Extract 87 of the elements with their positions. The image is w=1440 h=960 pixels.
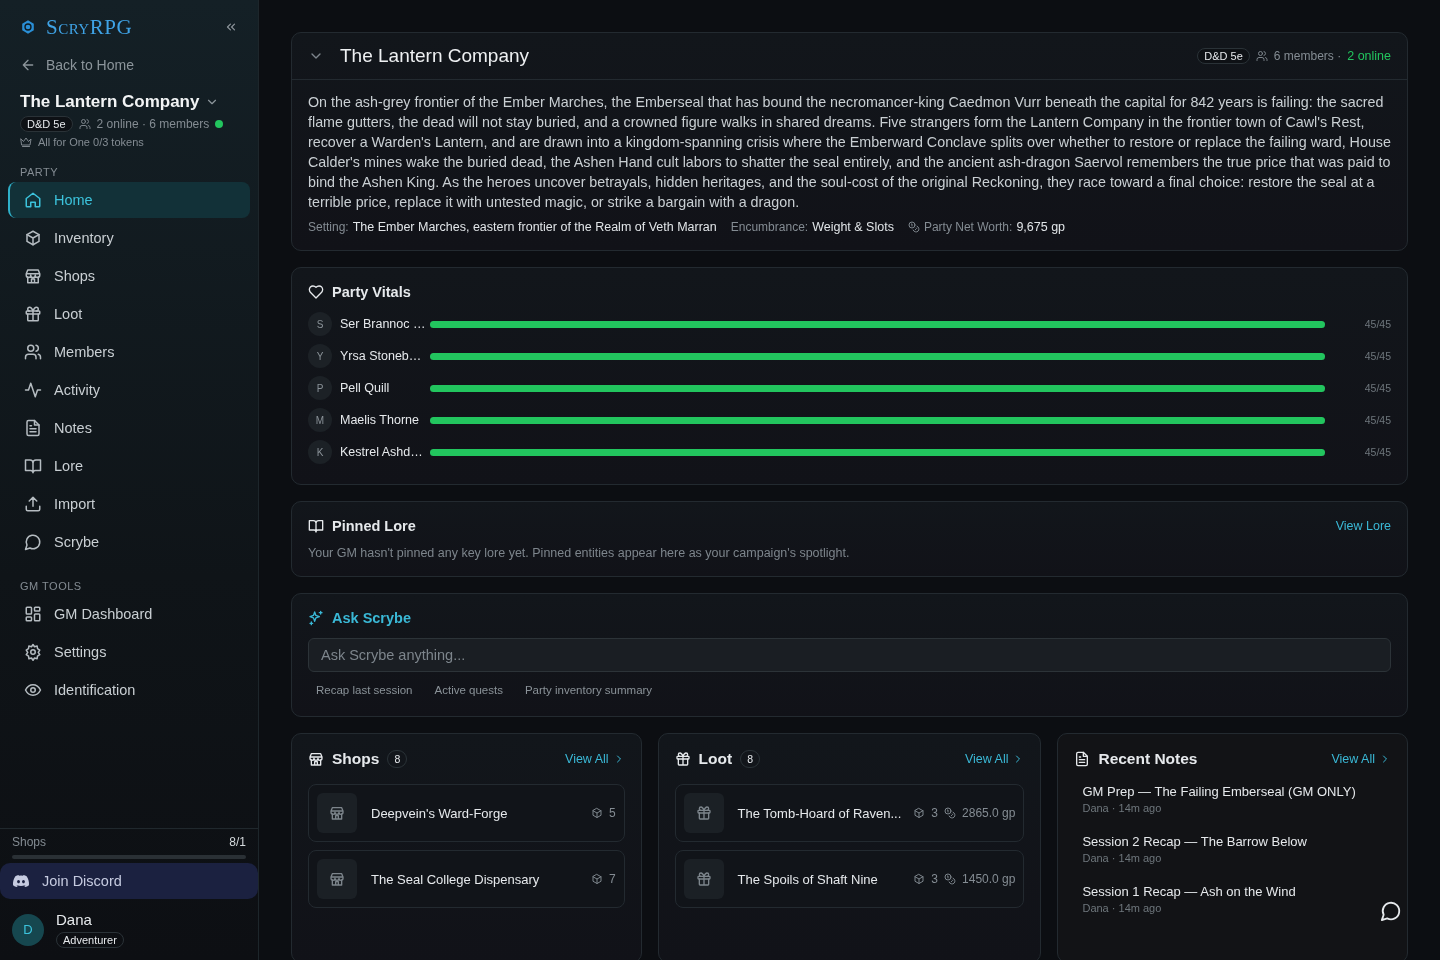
item-count: 7: [608, 872, 616, 886]
user-name: Dana: [56, 911, 92, 928]
member-name: Ser Brannoc …: [340, 317, 422, 331]
member-name: Yrsa Stoneb…: [340, 349, 422, 363]
presence-text: 2 online · 6 members: [96, 117, 210, 131]
suggestion-chip[interactable]: Recap last session: [308, 680, 421, 700]
health-reading: 45/45: [1363, 318, 1391, 330]
nav-item[interactable]: Inventory: [8, 220, 250, 256]
usage-count: 8/1: [229, 835, 246, 849]
item-count: 3: [931, 806, 939, 820]
health-reading: 45/45: [1363, 350, 1391, 362]
nav-item[interactable]: Shops: [8, 258, 250, 294]
loot-name: The Spoils of Shaft Nine: [737, 871, 878, 887]
member-name: Pell Quill: [340, 381, 391, 395]
health-reading: 45/45: [1363, 382, 1391, 394]
member-avatar: S: [308, 312, 332, 336]
user-avatar[interactable]: D: [12, 913, 44, 946]
nav-item[interactable]: Members: [8, 334, 250, 370]
member-avatar: P: [308, 376, 332, 400]
empty-message: Your GM hasn't pinned any key lore yet. Pinned entities appear here as your campaign's spotlight.: [308, 546, 851, 560]
view-all-link[interactable]: View All: [1331, 752, 1391, 766]
member-name: Maelis Thorne: [340, 413, 420, 427]
nav-item[interactable]: Lore: [8, 448, 250, 484]
view-all-link[interactable]: View All: [964, 752, 1025, 766]
note-meta: Dana · 14m ago: [1082, 802, 1163, 814]
campaign-title: The Lantern Company: [340, 45, 530, 67]
nav-item[interactable]: Identification: [8, 672, 250, 708]
fact-label: Setting:: [308, 220, 349, 234]
card-title: Pinned Lore: [332, 518, 416, 534]
loot-name: The Tomb-Hoard of Raven...: [737, 805, 902, 821]
nav-item[interactable]: Settings: [8, 634, 250, 670]
shop-name: Deepvein's Ward-Forge: [371, 805, 508, 821]
member-avatar: Y: [308, 344, 332, 368]
nav-item[interactable]: GM Dashboard: [8, 596, 250, 632]
campaign-description: On the ash-grey frontier of the Ember Marches, the Emberseal that has bound the necromancer-king Caedmon Vurr beneath the capital for 842 years is failing: the sacred flame gutters, the dead will not stay buried, and a crowned figure walks in shared dreams. Five strangers form the Lantern Company in the frontier town of Cawl's Rest, recover a Warden's Lantern, and are drawn into a kingdom-spanning crisis where the Emberward Conclave splits over whether to restore or replace the failing ward, House Calder's mines wake the buried dead, the Ashen Hand cult labors to shatter the seal entirely, and the ancient ash-dragon Saervol remembers the true price that was paid to bind the Ashen King. As the heroes uncover betrayals, hidden heritages, and the soul-cost of the original Reckoning, they race toward a final choice: restore the seal at a terrible price, replace it with untested magic, or strike a bargain with a dragon.: [308, 93, 1391, 212]
setting-value: The Ember Marches, eastern frontier of the Realm of Veth Marran: [352, 220, 717, 234]
section-heading: PARTY: [19, 166, 60, 178]
ask-field[interactable]: Ask Scrybe anything...: [308, 638, 1391, 672]
member-avatar: K: [308, 440, 332, 464]
back-link[interactable]: Back to Home: [8, 54, 250, 76]
loot-value: 2865.0 gp: [962, 806, 1016, 820]
system-badge: D&D 5e: [20, 116, 73, 132]
note-title[interactable]: Session 2 Recap — The Barrow Below: [1082, 834, 1383, 849]
online-count: 2 online: [1347, 49, 1391, 63]
loot-item[interactable]: The Spoils of Shaft Nine 3 1450.0 gp: [674, 850, 1025, 908]
system-badge: D&D 5e: [1197, 48, 1250, 64]
view-all-link[interactable]: View All: [565, 752, 625, 766]
note-meta: Dana · 14m ago: [1082, 852, 1163, 864]
card-title: Loot: [698, 750, 733, 768]
note-title[interactable]: GM Prep — The Failing Emberseal (GM ONLY): [1082, 784, 1383, 799]
loot-item[interactable]: The Tomb-Hoard of Raven... 3 2865.0 gp: [674, 784, 1025, 842]
note-title[interactable]: Session 1 Recap — Ash on the Wind: [1082, 884, 1383, 899]
fact-label: Encumbrance:: [730, 220, 809, 234]
item-count: 5: [608, 806, 616, 820]
shop-item[interactable]: The Seal College Dispensary 7: [308, 850, 625, 908]
worth-value: 9,675 gp: [1016, 220, 1066, 234]
card-title: Shops: [332, 750, 380, 768]
health-reading: 45/45: [1363, 414, 1391, 426]
item-count: 3: [931, 872, 939, 886]
shop-item[interactable]: Deepvein's Ward-Forge 5: [308, 784, 625, 842]
encumbrance-value: Weight & Slots: [812, 220, 894, 234]
nav-item[interactable]: Notes: [8, 410, 250, 446]
discord-button[interactable]: Join Discord: [0, 863, 258, 899]
nav-item[interactable]: Import: [8, 486, 250, 522]
card-title: Party Vitals: [332, 284, 411, 300]
suggestion-chip[interactable]: Party inventory summary: [516, 680, 661, 700]
section-heading: GM TOOLS: [19, 580, 83, 592]
note-meta: Dana · 14m ago: [1082, 902, 1163, 914]
shop-name: The Seal College Dispensary: [371, 871, 540, 887]
members-count: 6 members ·: [1273, 49, 1342, 63]
fact-label: Party Net Worth:: [923, 220, 1013, 234]
loot-value: 1450.0 gp: [962, 872, 1016, 886]
card-title: Recent Notes: [1098, 750, 1198, 768]
nav-item[interactable]: Loot: [8, 296, 250, 332]
tokens-text: All for One 0/3 tokens: [38, 136, 144, 148]
member-name: Kestrel Ashd…: [340, 445, 422, 459]
view-lore-link[interactable]: View Lore: [1335, 519, 1391, 533]
nav-item[interactable]: Home: [8, 182, 250, 218]
card-title: Ask Scrybe: [332, 610, 411, 626]
nav-item[interactable]: Scrybe: [8, 524, 250, 560]
campaign-selector[interactable]: The Lantern Company: [20, 92, 220, 112]
health-reading: 45/45: [1363, 446, 1391, 458]
member-avatar: M: [308, 408, 332, 432]
nav-item[interactable]: Activity: [8, 372, 250, 408]
suggestion-chip[interactable]: Active quests: [426, 680, 511, 700]
usage-label: Shops: [12, 835, 47, 849]
app-logo[interactable]: ScryRPG: [46, 14, 133, 40]
